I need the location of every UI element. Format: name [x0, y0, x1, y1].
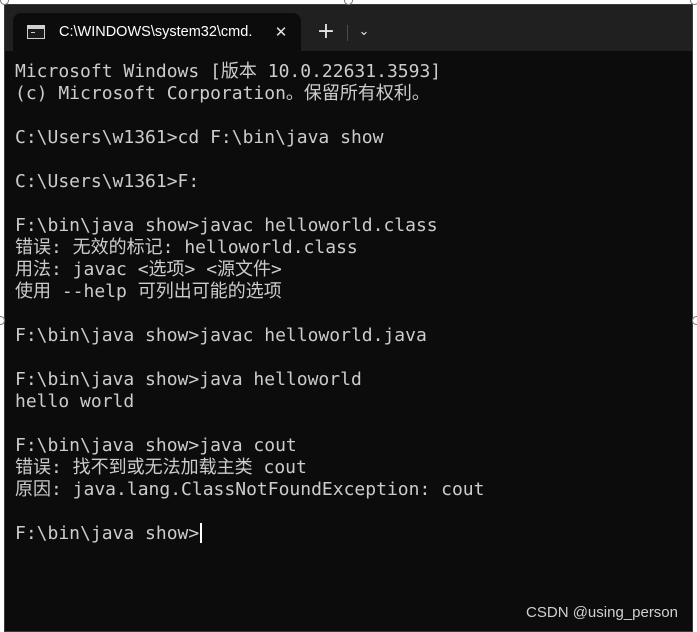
resize-handle-top-right[interactable] — [690, 0, 697, 5]
terminal-window: C:\WINDOWS\system32\cmd. ✕ + ⌄ Microsoft… — [4, 4, 693, 632]
console-line: F:\bin\java show>javac helloworld.java — [15, 325, 427, 346]
tab-title: C:\WINDOWS\system32\cmd. — [59, 24, 253, 40]
text-cursor — [200, 523, 202, 543]
new-tab-button[interactable]: + — [311, 17, 341, 47]
tab-cmd[interactable]: C:\WINDOWS\system32\cmd. ✕ — [13, 13, 301, 51]
console-line: hello world — [15, 391, 135, 412]
divider — [347, 25, 348, 41]
console-line: 原因: java.lang.ClassNotFoundException: co… — [15, 479, 485, 500]
console-output[interactable]: Microsoft Windows [版本 10.0.22631.3593] (c… — [15, 61, 682, 631]
title-bar: C:\WINDOWS\system32\cmd. ✕ + ⌄ — [5, 5, 692, 51]
console-line: F:\bin\java show> — [15, 523, 682, 545]
chevron-down-icon[interactable]: ⌄ — [349, 17, 379, 47]
console-line: F:\bin\java show>javac helloworld.class — [15, 215, 438, 236]
console-line: 用法: javac <选项> <源文件> — [15, 259, 282, 280]
console-line: (c) Microsoft Corporation。保留所有权利。 — [15, 83, 430, 104]
console-line: F:\bin\java show>java helloworld — [15, 369, 362, 390]
console-line: 使用 --help 可列出可能的选项 — [15, 281, 282, 302]
close-icon[interactable]: ✕ — [271, 22, 291, 42]
console-line: F:\bin\java show>java cout — [15, 435, 297, 456]
console-line: 错误: 找不到或无法加载主类 cout — [15, 457, 307, 478]
console-line: C:\Users\w1361>F: — [15, 171, 200, 192]
console-line: 错误: 无效的标记: helloworld.class — [15, 237, 358, 258]
terminal-icon — [27, 25, 45, 39]
console-line: Microsoft Windows [版本 10.0.22631.3593] — [15, 61, 442, 82]
watermark: CSDN @using_person — [526, 604, 678, 621]
resize-handle-right[interactable] — [692, 316, 697, 325]
console-line: C:\Users\w1361>cd F:\bin\java show — [15, 127, 384, 148]
